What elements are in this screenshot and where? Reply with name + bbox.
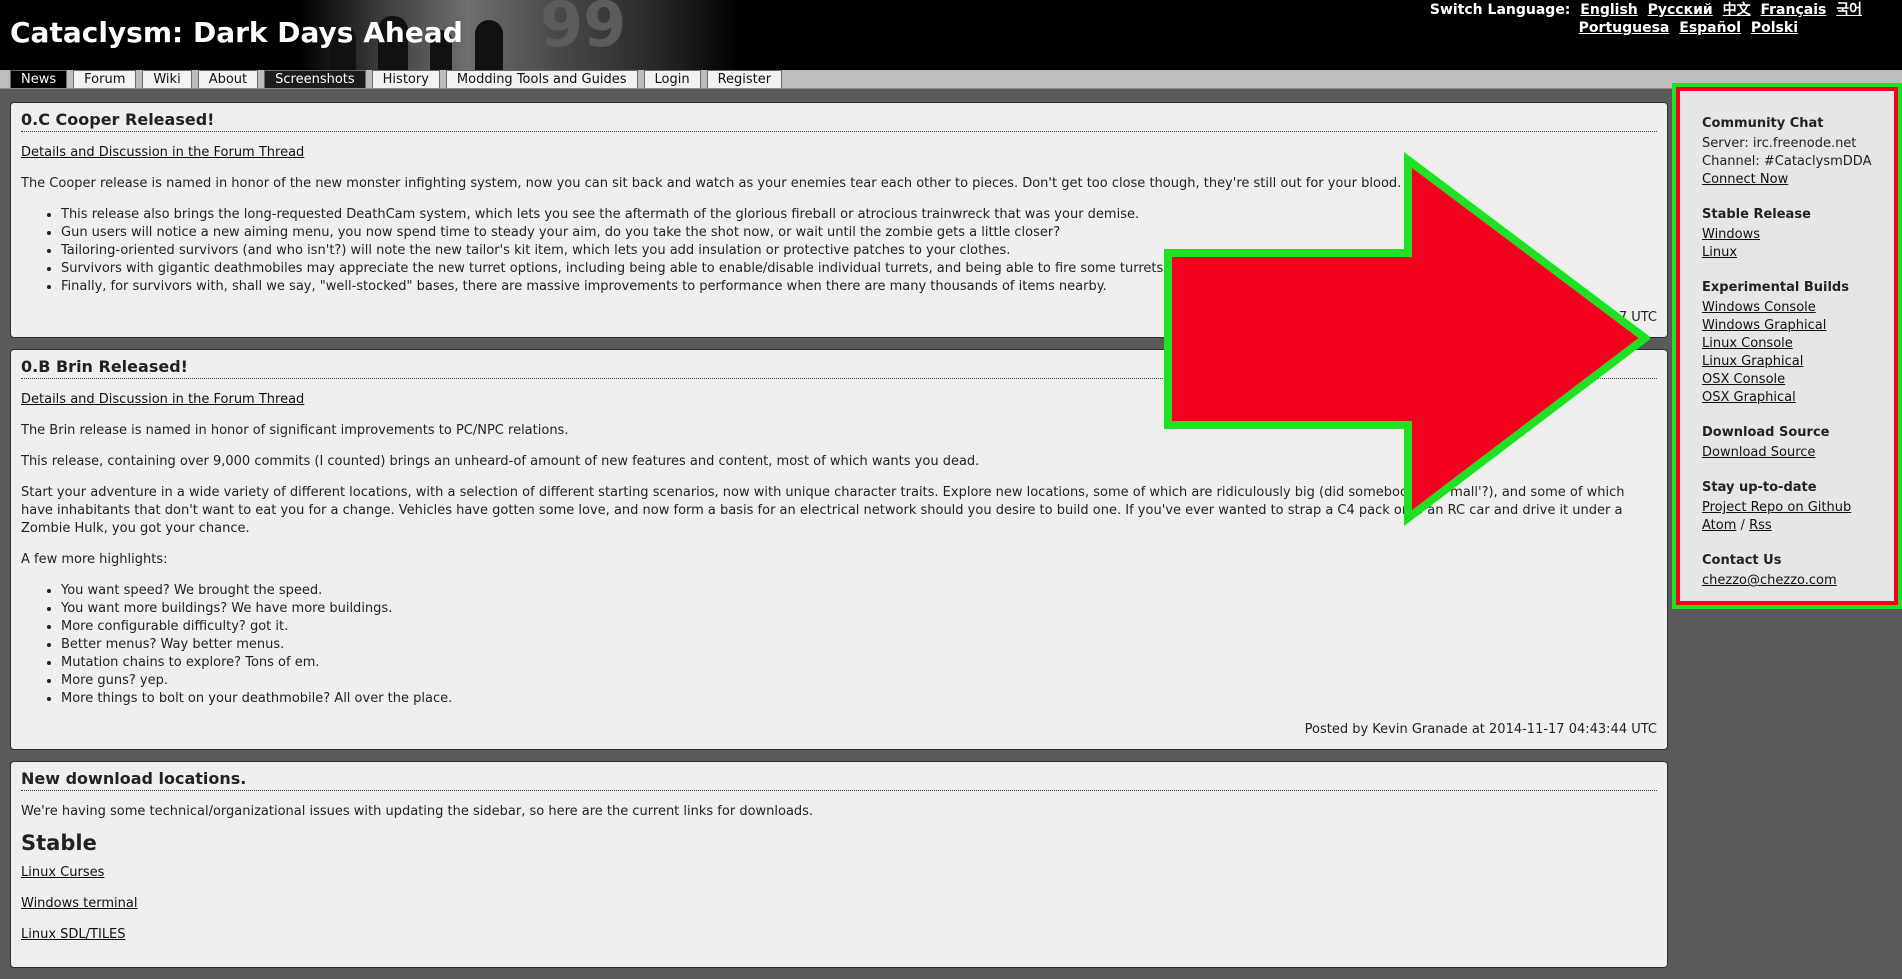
section-heading: Stable — [21, 831, 97, 855]
tab-history[interactable]: History — [371, 70, 440, 88]
post-paragraph: A few more highlights: — [21, 552, 168, 567]
tab-forum[interactable]: Forum — [73, 70, 137, 88]
language-polish[interactable]: Polski — [1751, 20, 1798, 36]
tab-screenshots[interactable]: Screenshots — [264, 70, 366, 88]
language-spanish[interactable]: Español — [1679, 20, 1741, 36]
post-intro: We're having some technical/organization… — [21, 804, 814, 819]
contact-email-link[interactable]: chezzo@chezzo.com — [1702, 572, 1896, 590]
list-item: More guns? yep. — [61, 672, 1657, 690]
rss-feed-link[interactable]: Rss — [1749, 518, 1772, 533]
news-post-downloads: New download locations. We're having som… — [10, 761, 1668, 968]
feed-separator: / — [1740, 518, 1745, 533]
sidebar-heading: Community Chat — [1702, 116, 1824, 131]
post-bullet-list: You want speed? We brought the speed. Yo… — [21, 582, 1657, 708]
main-nav: News Forum Wiki About Screenshots Histor… — [10, 70, 788, 88]
nav-bar: News Forum Wiki About Screenshots Histor… — [0, 70, 1902, 89]
github-repo-link[interactable]: Project Repo on Github — [1702, 499, 1896, 517]
download-link-linux-sdl-tiles[interactable]: Linux SDL/TILES — [21, 927, 126, 942]
list-item: You want speed? We brought the speed. — [61, 582, 1657, 600]
language-french[interactable]: Français — [1760, 2, 1826, 18]
sidebar-download-source: Download Source Download Source — [1702, 424, 1896, 462]
forum-thread-link[interactable]: Details and Discussion in the Forum Thre… — [21, 145, 304, 160]
post-title: New download locations. — [21, 770, 1657, 791]
exp-windows-console-link[interactable]: Windows Console — [1702, 299, 1896, 317]
exp-linux-graphical-link[interactable]: Linux Graphical — [1702, 353, 1896, 371]
tab-login[interactable]: Login — [643, 70, 701, 88]
irc-channel: Channel: #CataclysmDDA — [1702, 154, 1872, 169]
exp-osx-graphical-link[interactable]: OSX Graphical — [1702, 389, 1896, 407]
sidebar: Community Chat Server: irc.freenode.net … — [1674, 87, 1896, 605]
site-header: 99 Cataclysm: Dark Days Ahead Switch Lan… — [0, 0, 1902, 70]
language-english[interactable]: English — [1580, 2, 1637, 18]
exp-osx-console-link[interactable]: OSX Console — [1702, 371, 1896, 389]
tab-news[interactable]: News — [10, 70, 68, 88]
annotation-arrow-icon — [1164, 151, 1650, 527]
language-korean[interactable]: 국어 — [1836, 2, 1862, 18]
language-russian[interactable]: Русский — [1648, 2, 1713, 18]
list-item: Better menus? Way better menus. — [61, 636, 1657, 654]
tab-register[interactable]: Register — [706, 70, 783, 88]
tab-about[interactable]: About — [197, 70, 259, 88]
tab-modding-tools[interactable]: Modding Tools and Guides — [445, 70, 638, 88]
sidebar-heading: Contact Us — [1702, 553, 1782, 568]
stable-windows-link[interactable]: Windows — [1702, 226, 1896, 244]
atom-feed-link[interactable]: Atom — [1702, 518, 1736, 533]
tab-wiki[interactable]: Wiki — [142, 70, 192, 88]
forum-thread-link[interactable]: Details and Discussion in the Forum Thre… — [21, 392, 304, 407]
sidebar-experimental-builds: Experimental Builds Windows Console Wind… — [1702, 279, 1896, 407]
language-portuguese[interactable]: Portuguesa — [1579, 20, 1670, 36]
list-item: More things to bolt on your deathmobile?… — [61, 690, 1657, 708]
sidebar-heading: Download Source — [1702, 425, 1830, 440]
download-source-link[interactable]: Download Source — [1702, 444, 1896, 462]
list-item: You want more buildings? We have more bu… — [61, 600, 1657, 618]
banner-number: 99 — [540, 0, 627, 61]
language-chinese[interactable]: 中文 — [1723, 2, 1751, 18]
connect-now-link[interactable]: Connect Now — [1702, 171, 1896, 189]
sidebar-heading: Stay up-to-date — [1702, 480, 1817, 495]
download-link-linux-curses[interactable]: Linux Curses — [21, 865, 104, 880]
irc-server: Server: irc.freenode.net — [1702, 136, 1857, 151]
site-title: Cataclysm: Dark Days Ahead — [10, 16, 463, 49]
sidebar-contact-us: Contact Us chezzo@chezzo.com — [1702, 552, 1896, 590]
sidebar-community-chat: Community Chat Server: irc.freenode.net … — [1702, 115, 1896, 189]
exp-linux-console-link[interactable]: Linux Console — [1702, 335, 1896, 353]
language-switcher: Switch Language: English Русский 中文 Fran… — [1392, 1, 1862, 37]
sidebar-heading: Experimental Builds — [1702, 280, 1849, 295]
sidebar-heading: Stable Release — [1702, 207, 1811, 222]
post-title: 0.C Cooper Released! — [21, 111, 1657, 132]
stable-linux-link[interactable]: Linux — [1702, 244, 1896, 262]
sidebar-stay-up-to-date: Stay up-to-date Project Repo on Github A… — [1702, 479, 1896, 535]
exp-windows-graphical-link[interactable]: Windows Graphical — [1702, 317, 1896, 335]
download-link-windows-terminal[interactable]: Windows terminal — [21, 896, 137, 911]
list-item: Mutation chains to explore? Tons of em. — [61, 654, 1657, 672]
sidebar-stable-release: Stable Release Windows Linux — [1702, 206, 1896, 262]
language-label: Switch Language: — [1429, 2, 1571, 18]
post-meta: Posted by Kevin Granade at 2014-11-17 04… — [1304, 722, 1657, 737]
list-item: More configurable difficulty? got it. — [61, 618, 1657, 636]
